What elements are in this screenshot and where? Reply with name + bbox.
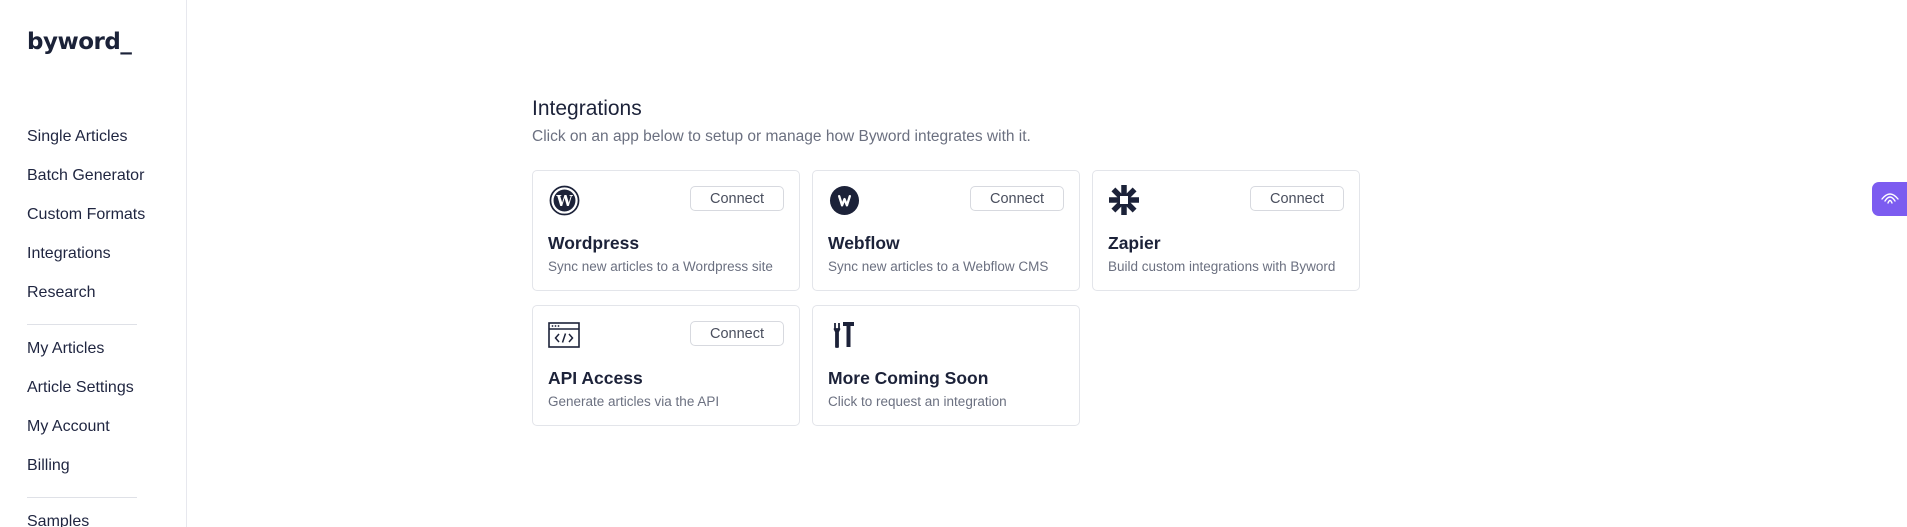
code-window-icon [548,319,580,351]
sidebar-divider [27,497,137,498]
connect-button[interactable]: Connect [690,186,784,211]
tools-icon [828,319,860,351]
page-subtitle: Click on an app below to setup or manage… [532,128,1031,145]
sidebar-item-my-account[interactable]: My Account [27,418,110,436]
integration-card-zapier[interactable]: Connect Zapier Build custom integrations… [1092,170,1360,291]
integration-card-request[interactable]: More Coming Soon Click to request an int… [812,305,1080,426]
fingerprint-icon [1879,188,1901,211]
sidebar-item-my-articles[interactable]: My Articles [27,340,104,358]
logo[interactable]: byword_ [27,29,132,55]
integration-card-webflow[interactable]: Connect Webflow Sync new articles to a W… [812,170,1080,291]
card-description: Build custom integrations with Byword [1108,259,1336,274]
webflow-icon [828,184,860,216]
connect-button[interactable]: Connect [690,321,784,346]
sidebar-item-single-articles[interactable]: Single Articles [27,128,128,146]
wordpress-icon: W [548,184,580,216]
feedback-widget-button[interactable] [1872,182,1907,216]
sidebar-divider [27,324,137,325]
integration-card-wordpress[interactable]: W Connect Wordpress Sync new articles to… [532,170,800,291]
zapier-icon [1108,184,1140,216]
card-title: Zapier [1108,233,1161,253]
connect-button[interactable]: Connect [1250,186,1344,211]
card-description: Click to request an integration [828,394,1007,409]
sidebar-item-article-settings[interactable]: Article Settings [27,379,134,397]
sidebar: byword_ Single Articles Batch Generator … [0,0,187,527]
card-title: More Coming Soon [828,368,989,388]
sidebar-item-custom-formats[interactable]: Custom Formats [27,206,145,224]
sidebar-item-batch-generator[interactable]: Batch Generator [27,167,144,185]
integration-card-api-access[interactable]: Connect API Access Generate articles via… [532,305,800,426]
app-root: byword_ Single Articles Batch Generator … [0,0,1907,527]
card-title: Wordpress [548,233,640,253]
card-description: Sync new articles to a Webflow CMS [828,259,1049,274]
card-description: Sync new articles to a Wordpress site [548,259,773,274]
card-description: Generate articles via the API [548,394,720,409]
card-title: API Access [548,368,643,388]
connect-button[interactable]: Connect [970,186,1064,211]
sidebar-item-billing[interactable]: Billing [27,457,70,475]
card-title: Webflow [828,233,900,253]
page-title: Integrations [532,97,642,120]
svg-text:W: W [555,192,573,209]
sidebar-item-samples[interactable]: Samples [27,513,89,527]
sidebar-item-research[interactable]: Research [27,284,95,302]
sidebar-item-integrations[interactable]: Integrations [27,245,111,263]
